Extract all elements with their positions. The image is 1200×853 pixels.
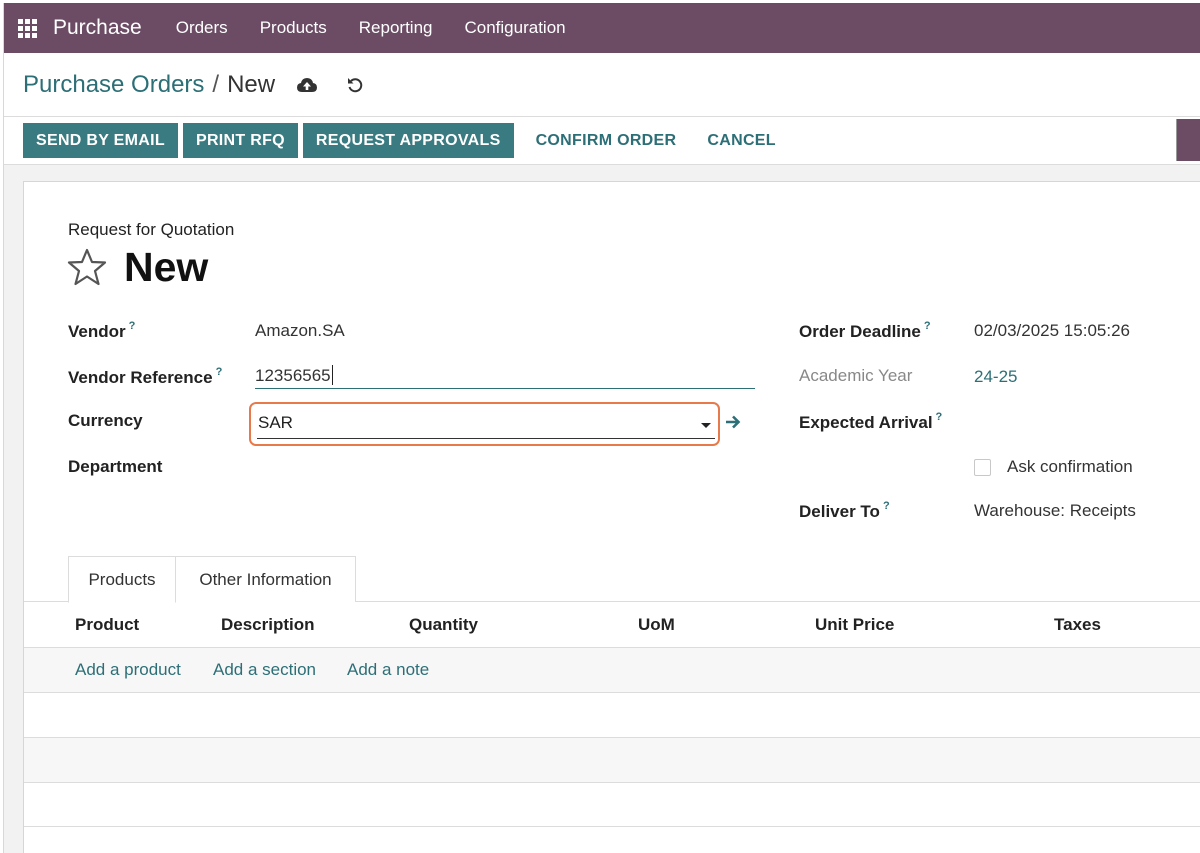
table-row: Add a product Add a section Add a note — [24, 648, 1200, 693]
ask-confirmation-checkbox[interactable] — [974, 459, 991, 476]
column-product[interactable]: Product — [75, 615, 139, 635]
table-row — [24, 782, 1200, 827]
status-bar-edge[interactable] — [1176, 119, 1200, 161]
currency-label: Currency — [68, 411, 143, 430]
grid-icon[interactable] — [17, 18, 37, 38]
add-section-link[interactable]: Add a section — [213, 660, 316, 680]
cloud-upload-icon[interactable] — [297, 77, 318, 93]
app-window: Purchase Orders Products Reporting Confi… — [3, 3, 1200, 853]
table-row — [24, 693, 1200, 738]
column-description[interactable]: Description — [221, 615, 315, 635]
document-name: New — [124, 244, 209, 290]
order-deadline-field[interactable]: 02/03/2025 15:05:26 — [974, 321, 1130, 341]
column-uom[interactable]: UoM — [638, 615, 675, 635]
tab-products[interactable]: Products — [68, 556, 176, 603]
expected-arrival-label: Expected Arrival? — [799, 411, 943, 432]
top-navbar: Purchase Orders Products Reporting Confi… — [4, 3, 1200, 53]
table-row — [24, 738, 1200, 783]
breadcrumb-parent[interactable]: Purchase Orders — [23, 71, 204, 99]
vendor-label: Vendor? — [68, 320, 136, 341]
department-label: Department — [68, 457, 163, 476]
vendor-reference-label: Vendor Reference? — [68, 366, 223, 387]
app-name[interactable]: Purchase — [53, 16, 142, 40]
tab-other-information[interactable]: Other Information — [175, 556, 356, 602]
help-icon[interactable]: ? — [883, 500, 890, 512]
currency-select[interactable]: SAR — [257, 410, 715, 439]
menu-orders[interactable]: Orders — [160, 18, 244, 38]
currency-highlight: SAR — [249, 402, 720, 446]
breadcrumb-separator: / — [212, 70, 220, 98]
cancel-button[interactable]: CANCEL — [693, 123, 789, 158]
add-note-link[interactable]: Add a note — [347, 660, 429, 680]
ask-confirmation-label: Ask confirmation — [1007, 457, 1133, 476]
form-sheet: Request for Quotation New Vendor? Amazon… — [23, 181, 1200, 853]
menu-configuration[interactable]: Configuration — [449, 18, 582, 38]
column-taxes[interactable]: Taxes — [1054, 615, 1101, 635]
notebook-tabs: Products Other Information — [24, 556, 1200, 603]
column-unit-price[interactable]: Unit Price — [815, 615, 894, 635]
arrow-right-icon[interactable] — [725, 414, 741, 435]
action-toolbar: SEND BY EMAIL PRINT RFQ REQUEST APPROVAL… — [4, 116, 1200, 165]
undo-icon[interactable] — [347, 77, 363, 93]
order-deadline-label: Order Deadline? — [799, 320, 931, 341]
add-product-link[interactable]: Add a product — [75, 660, 181, 680]
send-by-email-button[interactable]: SEND BY EMAIL — [23, 123, 178, 158]
print-rfq-button[interactable]: PRINT RFQ — [182, 123, 298, 158]
document-type: Request for Quotation — [68, 220, 235, 239]
help-icon[interactable]: ? — [924, 320, 931, 332]
vendor-reference-input[interactable]: 12356565 — [255, 363, 755, 389]
academic-year-label: Academic Year — [799, 366, 913, 385]
star-outline-icon[interactable] — [67, 248, 107, 291]
confirm-order-button[interactable]: CONFIRM ORDER — [522, 123, 691, 158]
breadcrumb: Purchase Orders / New — [4, 53, 1200, 116]
menu-products[interactable]: Products — [244, 18, 343, 38]
menu-reporting[interactable]: Reporting — [343, 18, 449, 38]
academic-year-field[interactable]: 24-25 — [974, 367, 1017, 387]
column-quantity[interactable]: Quantity — [409, 615, 478, 635]
chevron-down-icon[interactable] — [701, 423, 711, 428]
request-approvals-button[interactable]: REQUEST APPROVALS — [302, 123, 514, 158]
table-header: Product Description Quantity UoM Unit Pr… — [24, 602, 1200, 648]
help-icon[interactable]: ? — [216, 366, 223, 378]
vendor-field[interactable]: Amazon.SA — [255, 321, 345, 341]
deliver-to-field[interactable]: Warehouse: Receipts — [974, 501, 1136, 521]
help-icon[interactable]: ? — [129, 320, 136, 332]
breadcrumb-current: New — [227, 70, 276, 98]
currency-value: SAR — [258, 413, 293, 432]
vendor-reference-value: 12356565 — [255, 366, 331, 385]
help-icon[interactable]: ? — [936, 411, 943, 423]
text-caret — [331, 365, 333, 385]
deliver-to-label: Deliver To? — [799, 500, 890, 521]
